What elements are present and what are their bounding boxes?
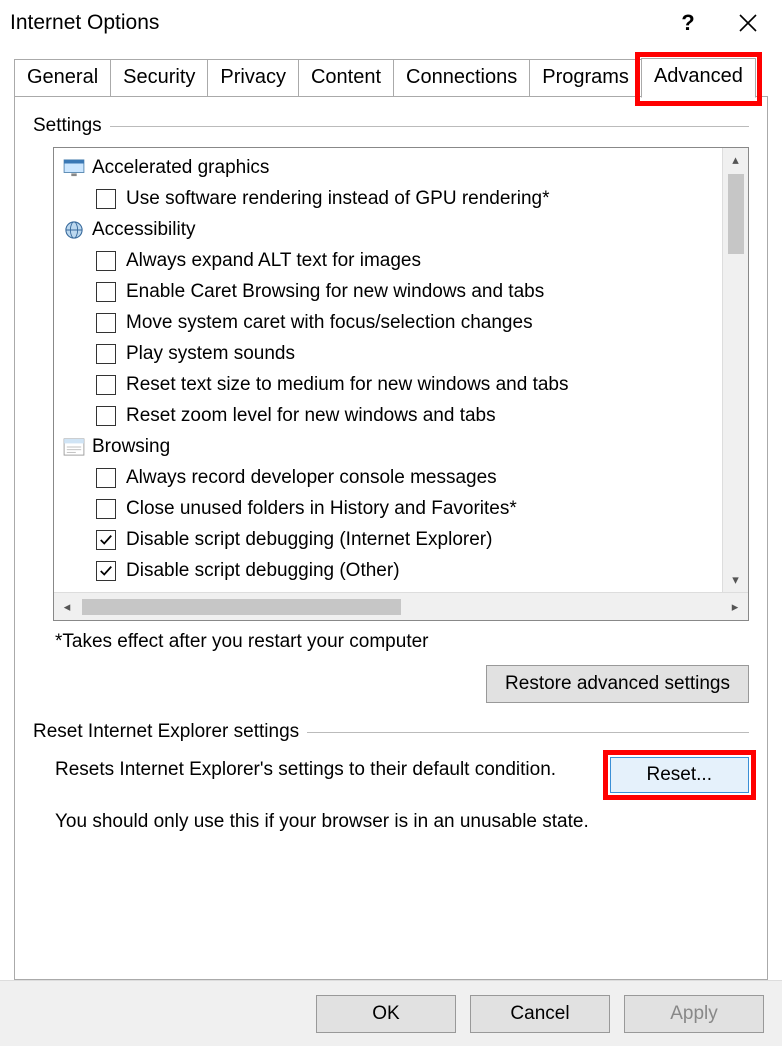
option-disable-script-debugging-ie[interactable]: Disable script debugging (Internet Explo… [62, 524, 748, 555]
restore-row: Restore advanced settings [33, 665, 749, 703]
checkbox[interactable] [96, 499, 116, 519]
settings-label-text: Settings [33, 115, 102, 137]
horizontal-scrollbar[interactable]: ◂ ▸ [54, 592, 748, 620]
scroll-left-arrow-icon[interactable]: ◂ [54, 593, 80, 620]
option-gpu-rendering[interactable]: Use software rendering instead of GPU re… [62, 183, 748, 214]
tab-general[interactable]: General [14, 59, 111, 97]
scroll-thumb[interactable] [728, 174, 744, 254]
category-label: Browsing [92, 436, 170, 458]
close-icon [738, 13, 758, 33]
globe-icon [62, 220, 86, 240]
apply-button[interactable]: Apply [624, 995, 764, 1033]
document-icon [62, 437, 86, 457]
scroll-up-arrow-icon[interactable]: ▴ [723, 148, 748, 172]
vertical-scrollbar[interactable]: ▴ ▾ [722, 148, 748, 592]
settings-tree[interactable]: Accelerated graphics Use software render… [54, 148, 748, 592]
checkbox[interactable] [96, 251, 116, 271]
internet-options-window: Internet Options ? General Security Priv… [0, 0, 782, 1046]
category-label: Accessibility [92, 219, 195, 241]
option-reset-zoom[interactable]: Reset zoom level for new windows and tab… [62, 400, 748, 431]
option-play-system-sounds[interactable]: Play system sounds [62, 338, 748, 369]
checkbox[interactable] [96, 406, 116, 426]
option-label: Always expand ALT text for images [126, 250, 421, 272]
tab-content[interactable]: Content [298, 59, 394, 97]
option-label: Play system sounds [126, 343, 295, 365]
checkbox[interactable] [96, 282, 116, 302]
option-move-system-caret[interactable]: Move system caret with focus/selection c… [62, 307, 748, 338]
option-label: Disable script debugging (Other) [126, 560, 400, 582]
settings-tree-container: Accelerated graphics Use software render… [53, 147, 749, 621]
reset-button[interactable]: Reset... [610, 757, 749, 793]
option-close-unused-folders[interactable]: Close unused folders in History and Favo… [62, 493, 748, 524]
tab-security[interactable]: Security [110, 59, 208, 97]
tab-privacy[interactable]: Privacy [207, 59, 299, 97]
help-button[interactable]: ? [658, 2, 718, 44]
category-browsing[interactable]: Browsing [62, 431, 748, 462]
option-disable-script-debugging-other[interactable]: Disable script debugging (Other) [62, 555, 748, 586]
checkbox[interactable] [96, 530, 116, 550]
tab-advanced[interactable]: Advanced [641, 58, 756, 98]
category-label: Accelerated graphics [92, 157, 269, 179]
option-label: Reset text size to medium for new window… [126, 374, 568, 396]
option-label: Disable script debugging (Internet Explo… [126, 529, 492, 551]
footnote-text: *Takes effect after you restart your com… [55, 631, 749, 653]
titlebar: Internet Options ? [0, 0, 782, 46]
tab-panel-advanced: Settings Accelerated graphics Use softwa… [14, 96, 768, 980]
window-title: Internet Options [10, 11, 658, 35]
checkbox[interactable] [96, 561, 116, 581]
option-label: Close unused folders in History and Favo… [126, 498, 517, 520]
monitor-icon [62, 158, 86, 178]
checkbox[interactable] [96, 189, 116, 209]
tab-programs[interactable]: Programs [529, 59, 642, 97]
option-label: Always record developer console messages [126, 467, 497, 489]
tabs-row: General Security Privacy Content Connect… [0, 46, 782, 96]
scroll-down-arrow-icon[interactable]: ▾ [723, 568, 748, 592]
hscroll-thumb[interactable] [82, 599, 401, 615]
reset-description: Resets Internet Explorer's settings to t… [55, 757, 580, 783]
group-divider [307, 732, 749, 733]
restore-advanced-settings-button[interactable]: Restore advanced settings [486, 665, 749, 703]
reset-body: Resets Internet Explorer's settings to t… [33, 753, 749, 793]
tab-connections[interactable]: Connections [393, 59, 530, 97]
close-button[interactable] [718, 2, 778, 44]
scroll-right-arrow-icon[interactable]: ▸ [722, 593, 748, 620]
category-accessibility[interactable]: Accessibility [62, 214, 748, 245]
checkbox[interactable] [96, 313, 116, 333]
option-label: Use software rendering instead of GPU re… [126, 188, 550, 210]
option-alt-text[interactable]: Always expand ALT text for images [62, 245, 748, 276]
reset-button-wrap: Reset... [610, 757, 749, 793]
option-label: Move system caret with focus/selection c… [126, 312, 533, 334]
option-reset-text-size[interactable]: Reset text size to medium for new window… [62, 369, 748, 400]
group-divider [110, 126, 749, 127]
dialog-button-bar: OK Cancel Apply [0, 980, 782, 1046]
category-accelerated-graphics[interactable]: Accelerated graphics [62, 152, 748, 183]
option-caret-browsing[interactable]: Enable Caret Browsing for new windows an… [62, 276, 748, 307]
ok-button[interactable]: OK [316, 995, 456, 1033]
reset-warning-text: You should only use this if your browser… [55, 811, 749, 833]
checkbox[interactable] [96, 468, 116, 488]
cancel-button[interactable]: Cancel [470, 995, 610, 1033]
option-record-console[interactable]: Always record developer console messages [62, 462, 748, 493]
reset-group-label: Reset Internet Explorer settings [33, 721, 749, 743]
reset-label-text: Reset Internet Explorer settings [33, 721, 299, 743]
option-label: Reset zoom level for new windows and tab… [126, 405, 496, 427]
checkbox[interactable] [96, 344, 116, 364]
checkbox[interactable] [96, 375, 116, 395]
settings-group-label: Settings [33, 115, 749, 137]
option-label: Enable Caret Browsing for new windows an… [126, 281, 544, 303]
